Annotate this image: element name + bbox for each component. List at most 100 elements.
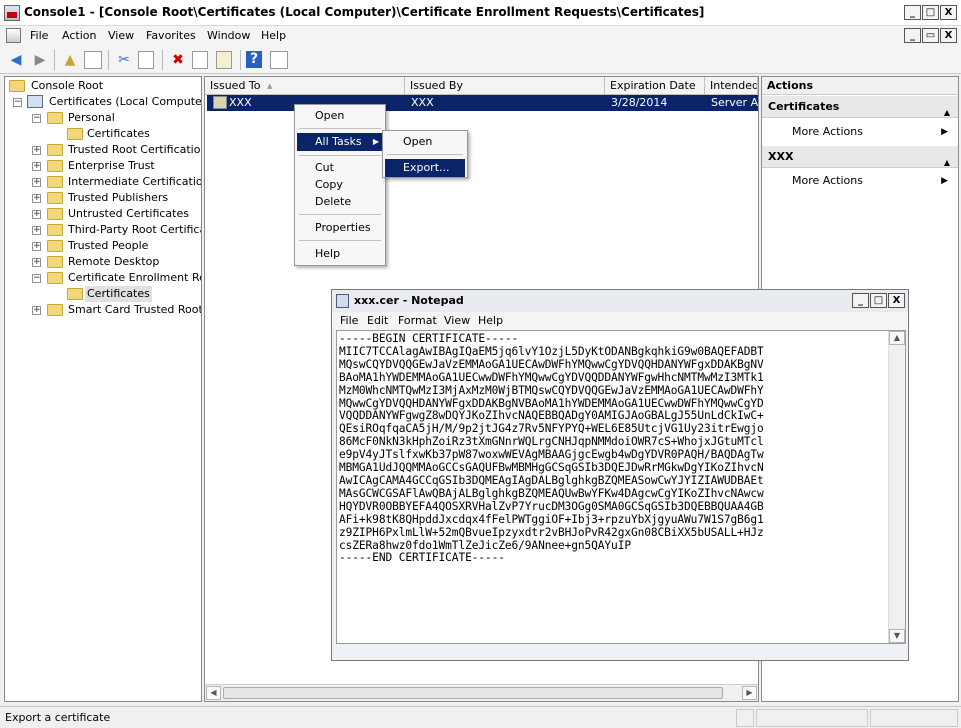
menu-file[interactable]: File <box>30 29 48 42</box>
certificate-line: AFi+k98tK8QHpddJxcdqx4fFelPWTggiOF+Ibj3+… <box>339 512 764 526</box>
menu-separator <box>299 128 381 129</box>
notepad-menu-view[interactable]: View <box>444 314 470 327</box>
properties-icon[interactable] <box>192 51 208 69</box>
actions-section-xxx[interactable]: XXX ▲ <box>762 146 958 168</box>
child-minimize-button[interactable]: _ <box>904 28 921 43</box>
notepad-menu-format[interactable]: Format <box>398 314 437 327</box>
actions-section-certificates[interactable]: Certificates ▲ <box>762 96 958 118</box>
collapse-section-icon[interactable]: ▲ <box>944 152 950 174</box>
actions-title: Actions <box>762 77 958 95</box>
expand-icon[interactable]: + <box>32 178 41 187</box>
folder-icon <box>47 224 63 236</box>
up-folder-icon[interactable]: ▲ <box>60 50 80 70</box>
certificate-icon <box>213 96 227 109</box>
console-tree[interactable]: Console Root − Certificates (Local Compu… <box>4 76 202 702</box>
scroll-right-arrow-icon[interactable]: ▶ <box>742 686 757 700</box>
show-hide-tree-icon[interactable] <box>84 51 102 69</box>
vertical-scrollbar[interactable]: ▲ ▼ <box>888 331 905 643</box>
notepad-status-area <box>332 646 908 660</box>
menu-separator <box>299 240 381 241</box>
notepad-menu-edit[interactable]: Edit <box>367 314 388 327</box>
expand-icon[interactable]: + <box>32 242 41 251</box>
menu-help[interactable]: Help <box>261 29 286 42</box>
submenu-export[interactable]: Export... <box>385 159 465 177</box>
menu-separator <box>387 154 463 155</box>
child-window-controls: _ ▭ X <box>904 28 957 43</box>
expand-icon[interactable]: + <box>32 258 41 267</box>
toolbar-separator <box>54 50 55 70</box>
column-issued-by[interactable]: Issued By <box>405 77 605 95</box>
more-actions-xxx[interactable]: More Actions ▶ <box>762 172 958 190</box>
title-bar: Console1 - [Console Root\Certificates (L… <box>0 0 961 26</box>
child-restore-button[interactable]: ▭ <box>922 28 939 43</box>
column-intended-purposes[interactable]: Intended <box>705 77 758 95</box>
menu-favorites[interactable]: Favorites <box>146 29 196 42</box>
certificate-line: -----BEGIN CERTIFICATE----- <box>339 332 519 345</box>
menu-action[interactable]: Action <box>62 29 96 42</box>
column-issued-to[interactable]: Issued To ▲ <box>205 77 405 95</box>
table-row-certificate[interactable]: XXX XXX 3/28/2014 Server Au <box>207 95 758 111</box>
mmc-app-icon[interactable] <box>4 5 20 21</box>
show-action-pane-icon[interactable] <box>270 51 288 69</box>
expand-icon[interactable]: + <box>32 306 41 315</box>
expand-icon[interactable]: + <box>32 194 41 203</box>
notepad-maximize-button[interactable]: □ <box>870 293 887 308</box>
child-close-button[interactable]: X <box>940 28 957 43</box>
delete-icon[interactable]: ✖ <box>168 50 188 70</box>
submenu-arrow-icon: ▶ <box>941 176 948 186</box>
scroll-up-arrow-icon[interactable]: ▲ <box>889 331 905 345</box>
maximize-button[interactable]: □ <box>922 5 939 20</box>
toolbar: ◀ ▶ ▲ ✂ ✖ ? <box>0 46 961 74</box>
notepad-icon[interactable] <box>336 294 349 308</box>
notepad-title-bar[interactable]: xxx.cer - Notepad _ □ X <box>332 290 908 312</box>
scroll-down-arrow-icon[interactable]: ▼ <box>889 629 905 643</box>
context-menu-copy[interactable]: Copy <box>297 176 383 194</box>
status-segment <box>756 709 868 727</box>
notepad-menu-file[interactable]: File <box>340 314 358 327</box>
minimize-button[interactable]: _ <box>904 5 921 20</box>
certificate-text: -----BEGIN CERTIFICATE----- MIIC7TCCAlagA… <box>339 332 887 565</box>
folder-icon <box>9 80 25 92</box>
context-menu-delete[interactable]: Delete <box>297 193 383 211</box>
notepad-minimize-button[interactable]: _ <box>852 293 869 308</box>
collapse-icon[interactable]: − <box>13 98 22 107</box>
scroll-left-arrow-icon[interactable]: ◀ <box>206 686 221 700</box>
context-menu-properties[interactable]: Properties <box>297 219 383 237</box>
back-icon[interactable]: ◀ <box>6 50 26 70</box>
collapse-icon[interactable]: − <box>32 274 41 283</box>
horizontal-scrollbar[interactable]: ◀ ▶ <box>205 684 758 701</box>
sort-ascending-icon: ▲ <box>267 82 273 90</box>
folder-icon <box>47 160 63 172</box>
notepad-menu-help[interactable]: Help <box>478 314 503 327</box>
export-list-icon[interactable] <box>216 51 232 69</box>
scrollbar-thumb[interactable] <box>223 687 723 699</box>
collapse-section-icon[interactable]: ▲ <box>944 102 950 124</box>
menu-window[interactable]: Window <box>207 29 250 42</box>
cell-expiration-date: 3/28/2014 <box>611 96 668 109</box>
more-actions-certificates[interactable]: More Actions ▶ <box>762 123 958 141</box>
expand-icon[interactable]: + <box>32 162 41 171</box>
notepad-text-area[interactable]: -----BEGIN CERTIFICATE----- MIIC7TCCAlagA… <box>336 330 906 644</box>
console-menu-icon[interactable] <box>6 28 21 43</box>
column-expiration-date[interactable]: Expiration Date <box>605 77 705 95</box>
help-icon[interactable]: ? <box>246 51 262 68</box>
menu-view[interactable]: View <box>108 29 134 42</box>
status-text: Export a certificate <box>5 711 111 724</box>
folder-icon <box>47 192 63 204</box>
context-menu-all-tasks[interactable]: All Tasks ▶ <box>297 133 383 151</box>
context-menu-help[interactable]: Help <box>297 245 383 263</box>
notepad-close-button[interactable]: X <box>888 293 905 308</box>
expand-icon[interactable]: + <box>32 226 41 235</box>
context-menu-cut[interactable]: Cut <box>297 159 383 177</box>
close-button[interactable]: X <box>940 5 957 20</box>
copy-icon[interactable] <box>138 51 154 69</box>
certificate-line: AwICAgCAMA4GCCqGSIb3DQMEAgIAgDALBglghkgB… <box>339 473 764 487</box>
expand-icon[interactable]: + <box>32 146 41 155</box>
submenu-arrow-icon: ▶ <box>941 127 948 137</box>
forward-icon[interactable]: ▶ <box>30 50 50 70</box>
context-menu-open[interactable]: Open <box>297 107 383 125</box>
submenu-open[interactable]: Open <box>385 133 465 151</box>
cut-icon[interactable]: ✂ <box>114 50 134 70</box>
collapse-icon[interactable]: − <box>32 114 41 123</box>
expand-icon[interactable]: + <box>32 210 41 219</box>
